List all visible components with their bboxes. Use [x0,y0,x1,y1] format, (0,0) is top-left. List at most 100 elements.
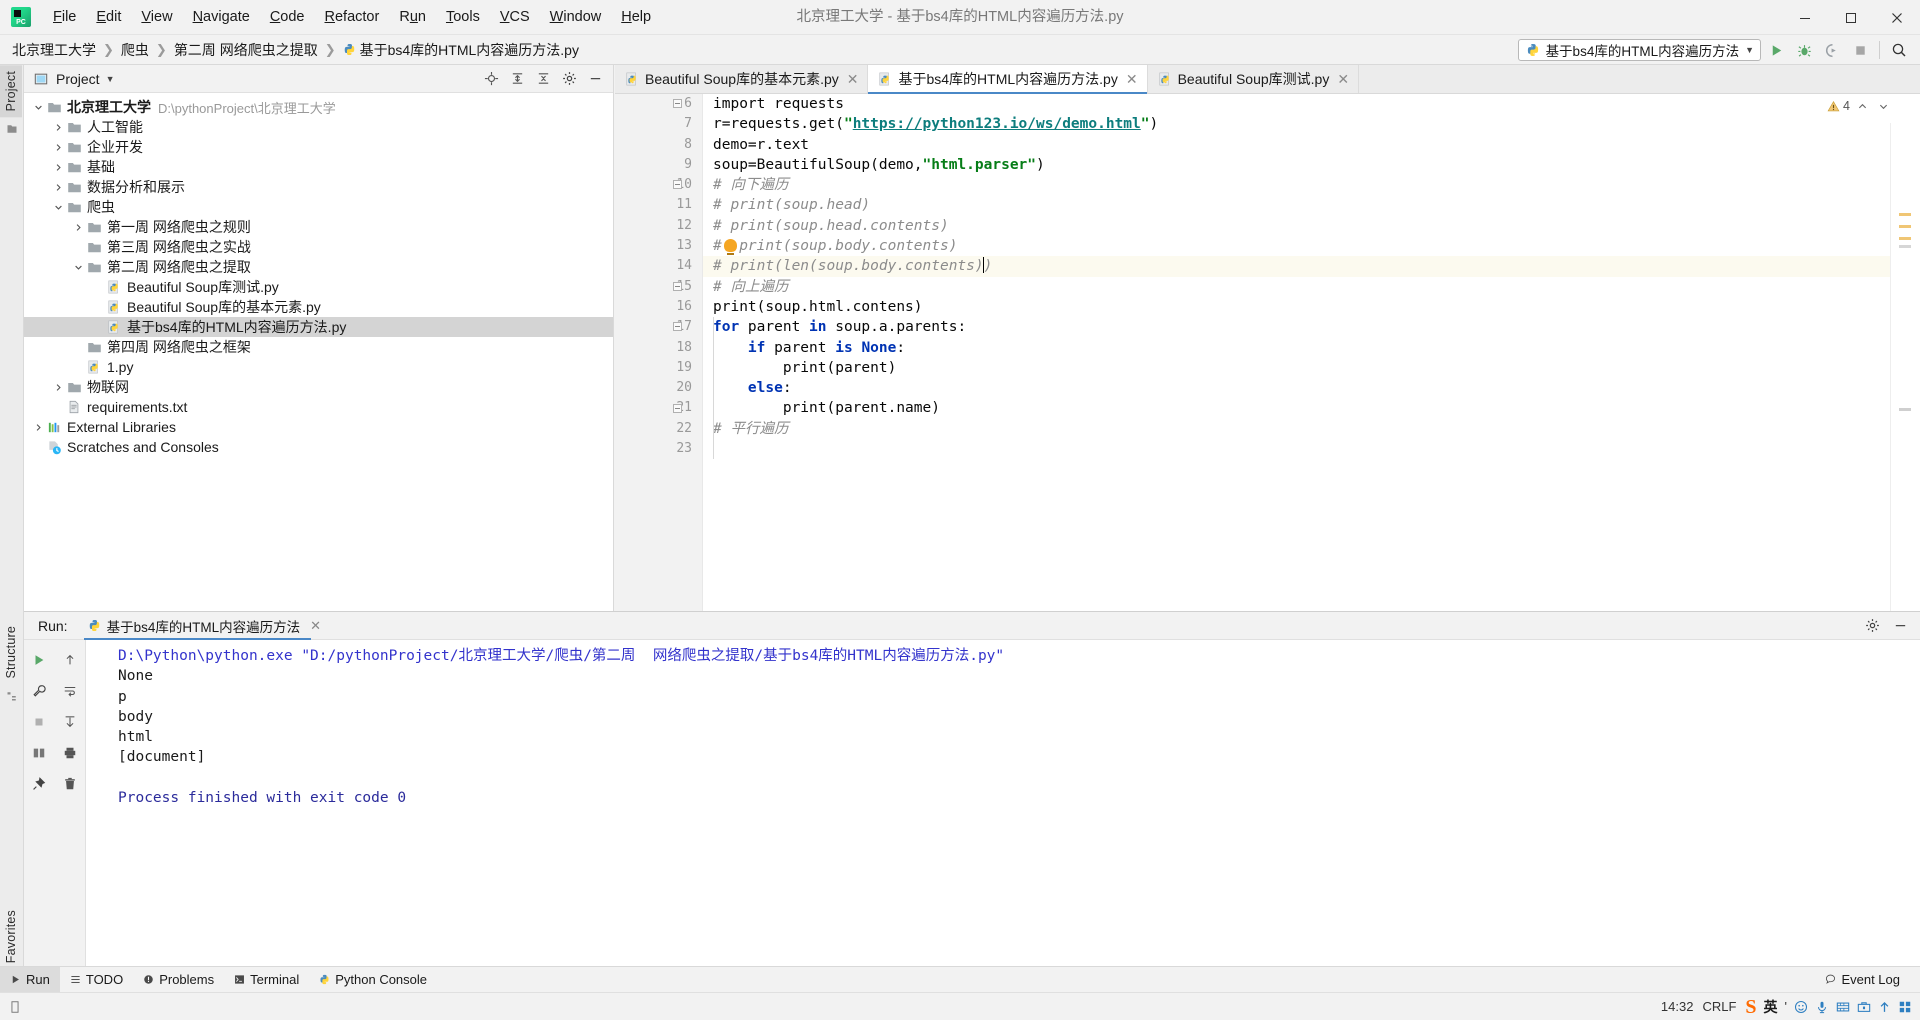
expand-arrow[interactable] [50,199,66,215]
scroll-up-button[interactable] [55,644,86,675]
line-separator-widget[interactable]: CRLF [1702,999,1736,1014]
menu-item-vcs[interactable]: VCS [490,0,540,35]
line-number[interactable]: 9 [615,155,702,175]
stripe-warning-mark[interactable] [1899,225,1911,228]
sogou-ime-icon[interactable]: S [1745,997,1756,1017]
run-tab[interactable]: 基于bs4库的HTML内容遍历方法 ✕ [80,612,329,640]
code-editor[interactable]: 6 7 8 9 10 11 12 13 14 15 16 17 18 19 20 21 22 23 import … [615,94,1920,611]
chevron-down-icon[interactable] [74,263,83,272]
tree-node[interactable]: 人工智能 [24,117,613,137]
debug-button[interactable] [1791,37,1817,63]
line-number[interactable]: 7 [615,114,702,134]
code-line[interactable]: import requests [713,94,1890,114]
tree-node[interactable]: 1.py [24,357,613,377]
stripe-info-mark[interactable] [1899,245,1911,248]
sidebar-item-project[interactable]: Project [0,65,22,118]
fold-marker[interactable] [673,99,682,108]
collapse-arrow[interactable] [70,219,86,235]
clear-all-button[interactable] [55,768,86,799]
code-line[interactable]: # print(soup.body.contents) [713,236,1890,256]
comma-icon[interactable]: ' [1785,999,1787,1014]
bookmarks-icon[interactable] [0,117,24,141]
line-number[interactable]: 12 [615,216,702,236]
tree-node[interactable]: 第四周 网络爬虫之框架 [24,337,613,357]
code-line[interactable]: # print(soup.head.contents) [713,216,1890,236]
fold-marker[interactable] [673,403,682,413]
code-line[interactable]: if parent is None: [713,338,1890,358]
collapse-arrow[interactable] [30,419,46,435]
tree-node[interactable]: requirements.txt [24,397,613,417]
close-button[interactable] [1874,0,1920,35]
menu-item-refactor[interactable]: Refactor [315,0,390,35]
chevron-right-icon[interactable] [54,183,63,192]
pin-button[interactable] [24,768,55,799]
code-line[interactable] [713,439,1890,459]
scroll-down-button[interactable] [55,706,86,737]
tree-node[interactable]: External Libraries [24,417,613,437]
chevron-up-icon[interactable] [1853,97,1871,115]
collapse-arrow[interactable] [50,379,66,395]
close-icon[interactable]: ✕ [1337,71,1349,88]
close-icon[interactable]: ✕ [847,71,859,88]
smiley-icon[interactable] [1794,1000,1808,1014]
menu-item-code[interactable]: Code [260,0,315,35]
menu-item-navigate[interactable]: Navigate [183,0,260,35]
line-number[interactable]: 6 [615,94,702,114]
tree-node[interactable]: 数据分析和展示 [24,177,613,197]
breadcrumb-item[interactable]: 基于bs4库的HTML内容遍历方法.py [339,38,583,62]
code-line[interactable]: for parent in soup.a.parents: [713,317,1890,337]
collapse-arrow[interactable] [50,179,66,195]
fold-marker[interactable] [673,180,682,190]
menu-item-help[interactable]: Help [611,0,661,35]
print-button[interactable] [55,737,86,768]
chevron-right-icon[interactable] [54,123,63,132]
chevron-down-icon[interactable] [54,203,63,212]
fold-marker[interactable] [673,281,682,291]
breadcrumb-item[interactable]: 北京理工大学 [8,38,100,62]
run-button[interactable] [1763,37,1789,63]
tree-node[interactable]: 爬虫 [24,197,613,217]
editor-tab[interactable]: Beautiful Soup库测试.py ✕ [1147,65,1360,93]
code-line[interactable]: soup=BeautifulSoup(demo,"html.parser") [713,155,1890,175]
editor-gutter[interactable]: 6 7 8 9 10 11 12 13 14 15 16 17 18 19 20 21 22 23 [615,94,703,611]
chevron-right-icon[interactable] [54,143,63,152]
menu-item-run[interactable]: Run [389,0,436,35]
editor-tab[interactable]: Beautiful Soup库的基本元素.py ✕ [615,65,869,93]
inspection-widget[interactable]: 4 [1827,97,1892,115]
line-number[interactable]: 17 [615,317,702,337]
line-number[interactable]: 19 [615,358,702,378]
layout-button[interactable] [24,737,55,768]
grid-icon[interactable] [1898,1000,1912,1014]
line-number[interactable]: 10 [615,175,702,195]
breadcrumb-item[interactable]: 爬虫 [117,38,153,62]
editor-tab[interactable]: 基于bs4库的HTML内容遍历方法.py ✕ [868,65,1148,94]
tool-window-problems[interactable]: Problems [133,967,224,993]
sidebar-item-structure[interactable]: Structure [0,620,22,685]
tree-node[interactable]: 基于bs4库的HTML内容遍历方法.py [24,317,613,337]
code-line[interactable]: demo=r.text [713,135,1890,155]
tree-node[interactable]: 第一周 网络爬虫之规则 [24,217,613,237]
structure-icon[interactable] [0,685,24,707]
line-number[interactable]: 14 [615,256,702,276]
collapse-all-icon[interactable] [531,67,555,91]
fold-marker[interactable] [673,322,682,332]
line-number[interactable]: 16 [615,297,702,317]
tree-node[interactable]: Beautiful Soup库的基本元素.py [24,297,613,317]
mic-icon[interactable] [1815,1000,1829,1014]
run-configuration-selector[interactable]: 基于bs4库的HTML内容遍历方法 ▼ [1517,39,1761,61]
tree-node[interactable]: 北京理工大学 D:\pythonProject\北京理工大学 [24,97,613,117]
chevron-right-icon[interactable] [54,383,63,392]
tree-node[interactable]: 基础 [24,157,613,177]
line-number[interactable]: 21 [615,398,702,418]
code-line[interactable]: # 向上遍历 [713,277,1890,297]
tree-node[interactable]: Beautiful Soup库测试.py [24,277,613,297]
gear-icon[interactable] [1860,614,1884,638]
tool-window-run[interactable]: Run [0,966,60,993]
breadcrumb-item[interactable]: 第二周 网络爬虫之提取 [170,38,322,62]
minimize-icon[interactable] [1888,614,1912,638]
tree-node[interactable]: Scratches and Consoles [24,437,613,457]
minimize-button[interactable] [1782,0,1828,35]
stripe-warning-mark[interactable] [1899,213,1911,216]
tree-node[interactable]: 企业开发 [24,137,613,157]
tool-window-todo[interactable]: TODO [60,967,133,993]
